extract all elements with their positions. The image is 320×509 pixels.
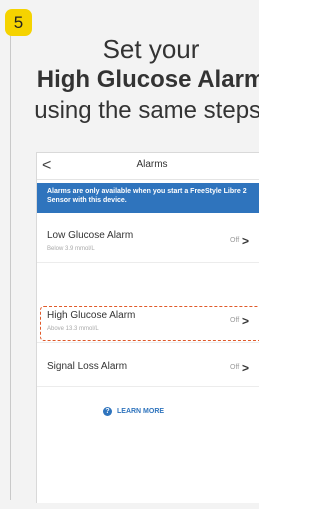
alarms-screen: < Alarms Alarms are only available when …	[37, 153, 259, 503]
instruction-card: 5 Set your High Glucose Alarm using the …	[0, 0, 259, 509]
headline-line-3-text: using the same steps	[34, 97, 259, 124]
alarm-status: Off	[230, 237, 240, 244]
chevron-right-icon: >	[242, 361, 250, 375]
step-divider	[10, 28, 11, 500]
alarm-label: Signal Loss Alarm	[47, 361, 128, 372]
help-circle-icon: ?	[103, 407, 112, 416]
highlight-dashed-box	[40, 306, 259, 341]
availability-banner: Alarms are only available when you start…	[37, 183, 259, 213]
headline-line-2: High Glucose Alarm	[36, 66, 259, 93]
chevron-right-icon: >	[242, 234, 250, 248]
alarm-label: Low Glucose Alarm	[47, 230, 134, 241]
learn-more-label: LEARN MORE	[117, 408, 165, 415]
headline-line-1: Set your	[102, 34, 200, 64]
signal-loss-alarm-row[interactable]: Signal Loss Alarm Off >	[37, 347, 259, 387]
alarm-threshold: Below 3.9 mmol/L	[47, 246, 95, 252]
learn-more-link[interactable]: ? LEARN MORE	[103, 407, 164, 416]
low-glucose-alarm-row[interactable]: Low Glucose Alarm Below 3.9 mmol/L Off >	[37, 219, 259, 263]
alarm-status: Off	[230, 364, 240, 371]
screen-title: Alarms	[136, 159, 168, 170]
phone-mockup: < Alarms Alarms are only available when …	[36, 152, 259, 503]
nav-bar: < Alarms	[37, 153, 259, 180]
instruction-headline: Set your High Glucose Alarm using the sa…	[26, 34, 259, 126]
headline-line-3: using the same steps‡	[26, 96, 259, 126]
step-number-badge: 5	[5, 9, 32, 36]
